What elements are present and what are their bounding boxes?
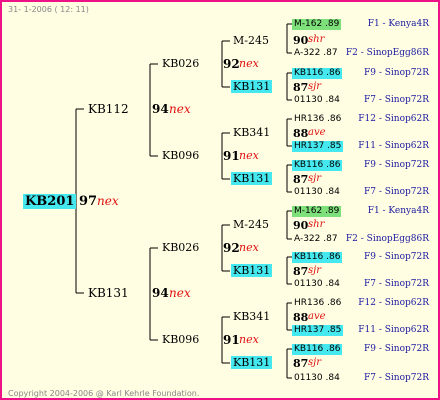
gen4-id[interactable]: HR136 .86 [294,299,341,308]
gen3-name[interactable]: KB131 [231,356,273,369]
gen4-origin: F12 - Sinop62R [358,298,429,308]
gen3-num: 87 [293,265,309,278]
gen3-name[interactable]: KB341 [233,127,270,138]
gen4-id[interactable]: HR136 .86 [294,115,341,124]
gen3-tag: sjr [308,173,322,184]
gen4-id[interactable]: KB116 .86 [292,68,343,79]
gen4-origin: F12 - Sinop62R [358,114,429,124]
gen1-name[interactable]: KB131 [88,287,129,299]
gen3-tag: ave [308,311,326,322]
gen4-id[interactable]: 01130 .84 [294,374,340,383]
gen2-name[interactable]: KB096 [162,150,199,161]
gen1-tag: nex [169,286,191,300]
gen3-name[interactable]: M-245 [233,35,269,46]
gen1-tag: nex [169,102,191,116]
gen2-name[interactable]: KB026 [162,58,199,69]
gen4-id[interactable]: M-162 .89 [292,206,342,217]
gen4-id[interactable]: 01130 .84 [294,280,340,289]
gen4-origin: F11 - Sinop62R [358,141,429,151]
gen2-num: 91 [223,333,240,347]
gen4-id[interactable]: A-322 .87 [294,49,338,58]
root-tag: nex [97,194,119,208]
gen4-origin: F9 - Sinop72R [364,160,429,170]
gen4-origin: F7 - Sinop72R [364,187,429,197]
gen2-tag: nex [239,241,259,254]
gen4-origin: F7 - Sinop72R [364,373,429,383]
gen4-id[interactable]: KB116 .86 [292,344,343,355]
gen4-id[interactable]: M-162 .89 [292,19,342,30]
gen2-tag: nex [239,57,259,70]
gen3-tag: sjr [308,357,322,368]
gen4-origin: F9 - Sinop72R [364,68,429,78]
gen4-id[interactable]: 01130 .84 [294,96,340,105]
gen1-num: 94 [152,102,169,116]
gen4-origin: F9 - Sinop72R [364,252,429,262]
gen4-id[interactable]: KB116 .86 [292,252,343,263]
gen3-name[interactable]: M-245 [233,219,269,230]
gen2-name[interactable]: KB026 [162,242,199,253]
gen1-name[interactable]: KB112 [88,103,129,115]
gen4-id[interactable]: HR137 .85 [292,141,344,152]
gen2-num: 92 [223,57,240,71]
gen4-id[interactable]: KB116 .86 [292,160,343,171]
gen3-num: 88 [293,311,309,324]
header-date: 31- 1-2006 ( 12: 11) [8,5,89,14]
gen3-name[interactable]: KB131 [231,264,273,277]
gen3-num: 88 [293,127,309,140]
gen4-origin: F2 - SinopEgg86R [345,48,429,58]
gen3-name[interactable]: KB131 [231,172,273,185]
gen3-name[interactable]: KB341 [233,311,270,322]
gen4-origin: F7 - Sinop72R [364,279,429,289]
gen3-num: 90 [293,219,309,232]
root-name[interactable]: KB201 [23,194,77,209]
gen4-id[interactable]: A-322 .87 [294,235,338,244]
gen4-origin: F1 - Kenya4R [367,19,429,29]
gen3-tag: sjr [308,265,322,276]
gen3-tag: shr [308,219,325,230]
gen3-num: 87 [293,81,309,94]
gen2-name[interactable]: KB096 [162,334,199,345]
pedigree-frame: 31- 1-2006 ( 12: 11) KB201 97 nex KB112 … [0,0,440,400]
root-num: 97 [79,194,98,209]
gen2-tag: nex [239,149,259,162]
gen4-id[interactable]: HR137 .85 [292,325,344,336]
gen4-origin: F2 - SinopEgg86R [345,234,429,244]
gen3-num: 87 [293,357,309,370]
gen4-origin: F11 - Sinop62R [358,325,429,335]
gen3-num: 87 [293,173,309,186]
gen4-origin: F7 - Sinop72R [364,95,429,105]
gen3-name[interactable]: KB131 [231,80,273,93]
gen2-num: 92 [223,241,240,255]
gen3-tag: ave [308,127,326,138]
gen3-tag: shr [308,34,325,45]
footer-copyright: Copyright 2004-2006 @ Karl Kehrle Founda… [8,389,200,398]
gen2-num: 91 [223,149,240,163]
gen3-num: 90 [293,34,309,47]
gen1-num: 94 [152,286,169,300]
gen4-origin: F1 - Kenya4R [367,206,429,216]
gen3-tag: sjr [308,81,322,92]
gen2-tag: nex [239,333,259,346]
gen4-id[interactable]: 01130 .84 [294,188,340,197]
gen4-origin: F9 - Sinop72R [364,344,429,354]
